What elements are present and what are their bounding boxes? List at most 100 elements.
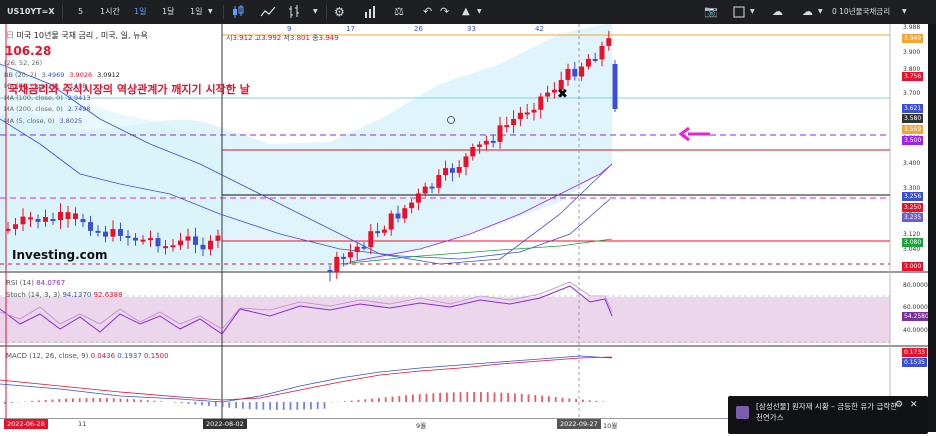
price-tag: 3.000 xyxy=(902,262,923,271)
price-tag: 3.500 xyxy=(902,136,923,145)
toolbar-divider xyxy=(223,5,224,19)
cloud-download-icon[interactable]: ☁ xyxy=(772,0,783,24)
macd-bar xyxy=(405,395,407,402)
time-axis-label: 11 xyxy=(78,420,86,428)
candle-body xyxy=(43,217,48,222)
macd-bar xyxy=(398,396,400,402)
close-icon[interactable]: ✕ xyxy=(910,400,918,410)
candle-body xyxy=(375,231,380,233)
macd-bar xyxy=(439,393,441,402)
time-axis-highlight: 2022-08-02 xyxy=(203,419,247,429)
macd-bar xyxy=(534,395,536,402)
macd-bar xyxy=(106,398,108,402)
candle-body xyxy=(586,59,591,67)
candle-body xyxy=(450,168,455,173)
candle-body xyxy=(368,231,373,247)
ohlc-bars-icon[interactable] xyxy=(288,0,300,24)
indicator-row[interactable]: (26, 52, 26) xyxy=(4,58,120,70)
macd-tag: 0.1535 xyxy=(902,358,927,367)
chevron-down-icon[interactable]: ▼ xyxy=(208,0,213,24)
timeframe-1m[interactable]: 1달 xyxy=(162,0,174,24)
candle-body xyxy=(484,141,489,145)
macd-bar xyxy=(575,399,577,402)
week-marker: 26 xyxy=(414,25,423,33)
price-tag: 3.569 xyxy=(902,125,923,134)
macd-bar xyxy=(58,399,60,402)
macd-bar xyxy=(201,402,203,405)
candle-body xyxy=(613,64,618,109)
price-tag: 3.080 xyxy=(902,238,923,247)
macd-bar xyxy=(453,392,455,402)
symbol-search[interactable]: US10YT=X xyxy=(7,0,55,24)
chevron-down-icon[interactable]: ▼ xyxy=(477,0,482,24)
indicators-icon[interactable] xyxy=(364,0,378,24)
color-swatch-icon[interactable] xyxy=(733,0,745,24)
macd-bar xyxy=(589,400,591,402)
indicator-row[interactable]: MA (5, close, 0) 3.8025 xyxy=(4,116,120,128)
macd-bar xyxy=(426,394,428,402)
gear-icon[interactable]: ⚙ xyxy=(334,0,345,24)
timeframe-1h[interactable]: 1시간 xyxy=(100,0,120,24)
price-tag: 3.235 xyxy=(902,213,923,222)
camera-icon[interactable]: 📷 xyxy=(704,0,718,24)
candle-body xyxy=(416,193,421,202)
candle-body xyxy=(88,222,93,231)
macd-bar xyxy=(507,393,509,402)
chevron-down-icon[interactable]: ▼ xyxy=(313,0,318,24)
timeframe-5[interactable]: 5 xyxy=(78,0,83,24)
news-notification[interactable]: [삼성선물] 원자재 시황 – 금등한 유가 급락한 천연가스 ⚙ ✕ xyxy=(728,396,928,434)
candle-body xyxy=(118,229,123,236)
right-scrollbar[interactable] xyxy=(928,24,936,432)
macd-bar xyxy=(249,402,251,409)
candle-body xyxy=(13,224,18,229)
cross-marker-icon: ✖ xyxy=(557,87,568,102)
indicator-value: 3.8025 xyxy=(59,117,82,125)
indicator-name: MA (5, close, 0) xyxy=(4,117,54,125)
candle-body xyxy=(457,167,462,173)
timeframe-more[interactable]: 1일 xyxy=(190,0,202,24)
alert-icon[interactable]: ▲ xyxy=(462,0,470,24)
indicator-row[interactable]: MA (200, close, 0)2.7498 xyxy=(4,104,120,116)
macd-bar xyxy=(92,398,94,402)
macd-bar xyxy=(160,401,162,402)
compare-scale-icon[interactable]: ⚖ xyxy=(394,0,404,24)
indicator-row[interactable]: BB (20, 2)3.49693.90263.0912 xyxy=(4,70,120,82)
macd-bar xyxy=(344,401,346,402)
cloud-upload-icon[interactable]: ☁ xyxy=(802,0,813,24)
macd-bar xyxy=(86,398,88,402)
macd-bar xyxy=(242,402,244,409)
chevron-down-icon[interactable]: ▼ xyxy=(902,0,907,24)
instrument-select[interactable]: 0 10년물국채금리 xyxy=(832,0,890,24)
macd-bar xyxy=(188,402,190,404)
candlestick-icon[interactable] xyxy=(232,0,244,24)
line-chart-icon[interactable] xyxy=(260,0,276,24)
chevron-down-icon[interactable]: ▼ xyxy=(750,0,755,24)
macd-bar xyxy=(582,400,584,402)
candle-body xyxy=(409,203,414,209)
candle-body xyxy=(396,214,401,219)
macd-bar xyxy=(371,399,373,402)
rsi-tick: 80.0000 xyxy=(903,282,928,289)
candle-body xyxy=(103,232,108,237)
undo-icon[interactable]: ↶ xyxy=(423,0,432,24)
price-tick: 3.120 xyxy=(903,231,920,238)
macd-bar xyxy=(228,402,230,408)
macd-bar xyxy=(364,399,366,402)
chevron-down-icon[interactable]: ▼ xyxy=(818,0,823,24)
indicator-name: MA (200, close, 0) xyxy=(4,105,63,113)
macd-bar xyxy=(568,398,570,402)
timeframe-1d[interactable]: 1일 xyxy=(134,0,146,24)
macd-bar xyxy=(303,402,305,410)
chart-area[interactable]: ✖ 日 미국 10년물 국채 금리 , 미국, 일, 뉴욕 시3.912 고3.… xyxy=(0,24,936,432)
candle-body xyxy=(186,236,191,240)
macd-tag: 0.1733 xyxy=(902,348,927,357)
redo-icon[interactable]: ↷ xyxy=(440,0,449,24)
candle-body xyxy=(593,59,598,61)
macd-bar xyxy=(473,392,475,402)
gear-icon[interactable]: ⚙ xyxy=(895,400,903,410)
candle-body xyxy=(36,219,41,222)
macd-bar xyxy=(555,397,557,402)
notification-text: [삼성선물] 원자재 시황 – 금등한 유가 급락한 천연가스 xyxy=(756,401,904,423)
macd-bar xyxy=(290,402,292,410)
candle-body xyxy=(6,229,11,231)
